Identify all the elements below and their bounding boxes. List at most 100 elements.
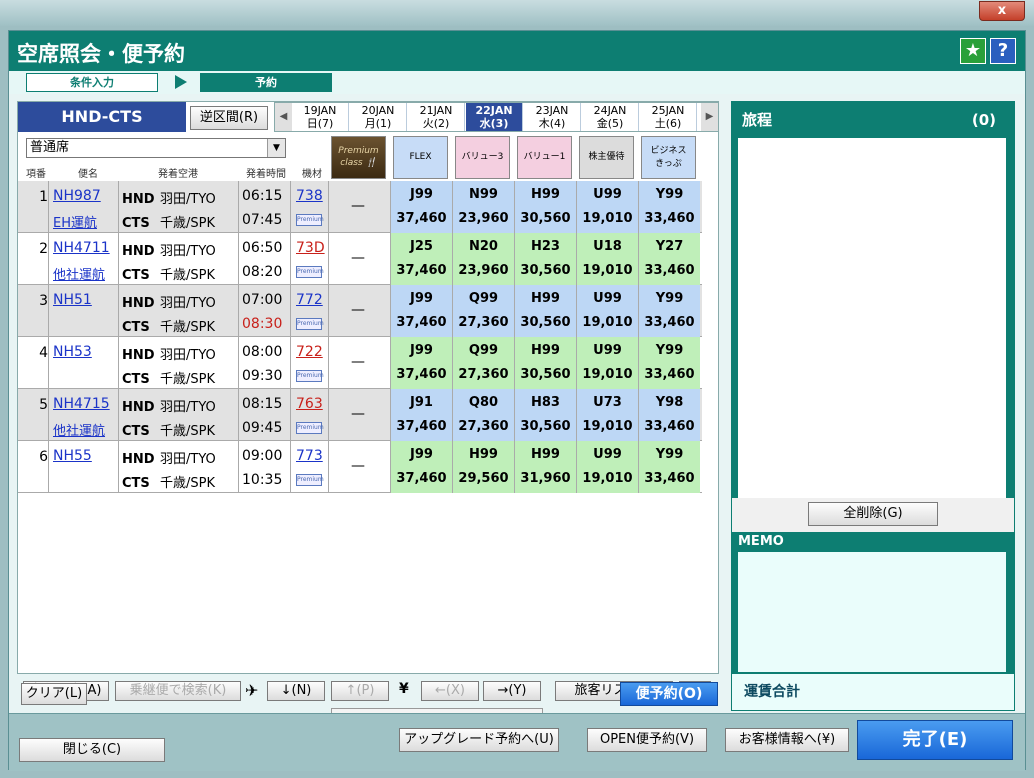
fare-cell[interactable]: U99 19,010	[576, 337, 638, 389]
fare-class: H23	[531, 239, 560, 254]
date-tab[interactable]: 19JAN 日(7)	[292, 103, 349, 131]
fare-cell[interactable]: Q99 27,360	[452, 285, 514, 337]
upgrade-reserve-button[interactable]: アップグレード予約へ(U)	[399, 728, 559, 752]
flight-link[interactable]: NH987	[53, 188, 101, 204]
fare-price: 33,460	[644, 315, 695, 330]
fare-cell[interactable]: J99 37,460	[390, 441, 452, 493]
flight-link[interactable]: NH51	[53, 292, 92, 308]
itinerary-header: 旅程 (0)	[732, 102, 1014, 138]
customer-info-button[interactable]: お客様情報へ(¥)	[725, 728, 849, 752]
table-row[interactable]: 5 NH4715 他社運航 HND 羽田/TYO CTS 千歳/SPK 08:15 09:45 7…	[18, 389, 702, 441]
connecting-search-button[interactable]: 乗継便で検索(K)	[115, 681, 241, 701]
premium-seat-status: —	[351, 406, 365, 422]
fare-cell[interactable]: J25 37,460	[390, 233, 452, 285]
fare-cell[interactable]: Y98 33,460	[638, 389, 700, 441]
fare-cell[interactable]: U99 19,010	[576, 441, 638, 493]
fare-cell[interactable]: Q99 27,360	[452, 337, 514, 389]
fare-class: Y99	[655, 291, 684, 306]
fare-cell[interactable]: Y27 33,460	[638, 233, 700, 285]
flight-link[interactable]: NH4715	[53, 396, 110, 412]
seat-class-select[interactable]: 普通席 ▼	[26, 138, 286, 158]
fare-cell[interactable]: J99 37,460	[390, 285, 452, 337]
next-date-icon[interactable]: ▶	[701, 103, 718, 131]
table-row[interactable]: 2 NH4711 他社運航 HND 羽田/TYO CTS 千歳/SPK 06:50 08:20 7…	[18, 233, 702, 285]
operator-link[interactable]: 他社運航	[53, 264, 105, 283]
fare-class: Y98	[655, 395, 684, 410]
table-row[interactable]: 4 NH53 HND 羽田/TYO CTS 千歳/SPK 08:00 09:30 722 Prem…	[18, 337, 702, 389]
date-tab[interactable]: 23JAN 木(4)	[524, 103, 581, 131]
reverse-route-button[interactable]: 逆区間(R)	[190, 106, 268, 130]
aircraft-link[interactable]: 773	[296, 448, 323, 464]
departure-airport: HND 羽田/TYO	[122, 400, 216, 415]
fare-price: 27,360	[458, 315, 509, 330]
aircraft-link[interactable]: 763	[296, 396, 323, 412]
step-condition-input[interactable]: 条件入力	[26, 73, 158, 92]
fare-cell[interactable]: H99 30,560	[514, 285, 576, 337]
date-tab[interactable]: 22JAN 水(3)	[466, 103, 523, 131]
favorite-star-icon[interactable]: ★	[960, 38, 986, 64]
fare-cell[interactable]: N99 23,960	[452, 181, 514, 233]
table-row[interactable]: 6 NH55 HND 羽田/TYO CTS 千歳/SPK 09:00 10:35 773 Prem…	[18, 441, 702, 493]
aircraft-link[interactable]: 772	[296, 292, 323, 308]
arrival-airport: CTS 千歳/SPK	[122, 320, 215, 335]
fare-cell[interactable]: Q80 27,360	[452, 389, 514, 441]
chevron-down-icon[interactable]: ▼	[267, 139, 285, 157]
fare-cell[interactable]: Y99 33,460	[638, 337, 700, 389]
aircraft-link[interactable]: 73D	[296, 240, 325, 256]
complete-button[interactable]: 完了(E)	[857, 720, 1013, 760]
fare-cell[interactable]: J99 37,460	[390, 337, 452, 389]
premium-icon: Premium	[296, 370, 324, 382]
fare-cell[interactable]: U99 19,010	[576, 181, 638, 233]
fare-cell[interactable]: Y99 33,460	[638, 181, 700, 233]
fare-header-flex: FLEX	[393, 136, 448, 179]
date-tab[interactable]: 21JAN 火(2)	[408, 103, 465, 131]
table-row[interactable]: 1 NH987 EH運航 HND 羽田/TYO CTS 千歳/SPK 06:15 07:45 73…	[18, 181, 702, 233]
book-flight-button[interactable]: 便予約(O)	[620, 682, 718, 706]
premium-icon: Premium	[296, 474, 324, 486]
flight-link[interactable]: NH4711	[53, 240, 110, 256]
operator-link[interactable]: 他社運航	[53, 420, 105, 439]
fare-left-button[interactable]: ←(X)	[421, 681, 479, 701]
open-flight-button[interactable]: OPEN便予約(V)	[587, 728, 707, 752]
fare-cell[interactable]: H99 30,560	[514, 181, 576, 233]
clear-button[interactable]: クリア(L)	[21, 683, 87, 705]
date-tab[interactable]: 20JAN 月(1)	[350, 103, 407, 131]
memo-textarea[interactable]	[738, 552, 1006, 672]
clear-all-button[interactable]: 全削除(G)	[808, 502, 938, 526]
table-row[interactable]: 3 NH51 HND 羽田/TYO CTS 千歳/SPK 07:00 08:30 772 Prem…	[18, 285, 702, 337]
fare-cell[interactable]: H99 29,560	[452, 441, 514, 493]
next-down-button[interactable]: ↓(N)	[267, 681, 325, 701]
operator-link[interactable]: EH運航	[53, 212, 97, 231]
fare-cell[interactable]: Y99 33,460	[638, 441, 700, 493]
flight-link[interactable]: NH53	[53, 344, 92, 360]
fare-cell[interactable]: Y99 33,460	[638, 285, 700, 337]
fare-cell[interactable]: H99 30,560	[514, 337, 576, 389]
departure-time: 06:50	[242, 240, 283, 256]
fare-cell[interactable]: U99 19,010	[576, 285, 638, 337]
fare-cell[interactable]: H23 30,560	[514, 233, 576, 285]
fare-cell[interactable]: H99 31,960	[514, 441, 576, 493]
date-tab[interactable]: 25JAN 土(6)	[640, 103, 697, 131]
aircraft-link[interactable]: 722	[296, 344, 323, 360]
premium-icon: Premium	[296, 266, 324, 278]
title-bar: 空席照会・便予約 ★ ?	[9, 31, 1025, 71]
fare-class: N20	[469, 239, 498, 254]
fare-cell[interactable]: J91 37,460	[390, 389, 452, 441]
fare-right-button[interactable]: →(Y)	[483, 681, 541, 701]
fare-price: 19,010	[582, 471, 633, 486]
close-button[interactable]: 閉じる(C)	[19, 738, 165, 762]
help-icon[interactable]: ?	[990, 38, 1016, 64]
prev-date-icon[interactable]: ◀	[275, 103, 292, 131]
window-close-button[interactable]: x	[979, 1, 1025, 21]
fare-cell[interactable]: U18 19,010	[576, 233, 638, 285]
step-arrow-icon	[175, 75, 187, 89]
fare-cell[interactable]: J99 37,460	[390, 181, 452, 233]
fare-cell[interactable]: N20 23,960	[452, 233, 514, 285]
aircraft-link[interactable]: 738	[296, 188, 323, 204]
flight-link[interactable]: NH55	[53, 448, 92, 464]
fare-cell[interactable]: H83 30,560	[514, 389, 576, 441]
date-tab[interactable]: 24JAN 金(5)	[582, 103, 639, 131]
fare-cell[interactable]: U73 19,010	[576, 389, 638, 441]
prev-up-button[interactable]: ↑(P)	[331, 681, 389, 701]
date-tab-weekday: 水(3)	[479, 117, 509, 130]
